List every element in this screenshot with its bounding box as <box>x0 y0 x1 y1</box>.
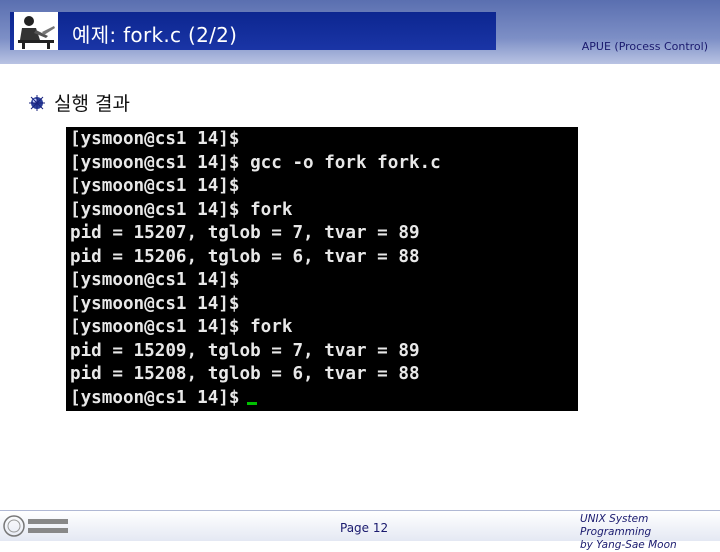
terminal-line: [ysmoon@cs1 14]$ gcc -o fork fork.c <box>70 152 441 173</box>
bullet-item: 실행 결과 <box>28 89 130 116</box>
terminal-line: [ysmoon@cs1 14]$ <box>70 293 240 314</box>
course-tag: APUE (Process Control) <box>581 40 708 53</box>
terminal-cursor <box>247 401 258 405</box>
terminal-line: pid = 15209, tglob = 7, tvar = 89 <box>70 340 420 361</box>
terminal-line: [ysmoon@cs1 14]$ <box>70 176 240 196</box>
terminal-line: pid = 15206, tglob = 6, tvar = 88 <box>70 246 420 267</box>
credit-line-course: UNIX System Programming <box>580 513 652 538</box>
person-at-desk-icon <box>14 12 58 50</box>
credit-line-author: by Yang-Sae Moon <box>580 539 677 551</box>
page-title: 예제: fork.c (2/2) <box>72 23 238 47</box>
terminal-line: pid = 15207, tglob = 7, tvar = 89 <box>70 223 420 243</box>
terminal-line: [ysmoon@cs1 14]$ <box>70 129 240 149</box>
page-number: Page 12 <box>340 521 389 535</box>
terminal-line: [ysmoon@cs1 14]$ fork <box>70 199 293 220</box>
university-logo-icon <box>3 515 68 537</box>
terminal-line: [ysmoon@cs1 14]$ fork <box>70 317 293 337</box>
bullet-text: 실행 결과 <box>54 93 130 115</box>
orb-bullet-icon <box>29 94 45 111</box>
terminal-line: pid = 15208, tglob = 6, tvar = 88 <box>70 364 420 384</box>
course-credit: UNIX System Programming by Yang-Sae Moon <box>580 513 720 552</box>
terminal-output: [ysmoon@cs1 14]$ [ysmoon@cs1 14]$ gcc -o… <box>66 127 578 411</box>
terminal-prompt: [ysmoon@cs1 14]$ <box>70 387 240 408</box>
terminal-line: [ysmoon@cs1 14]$ <box>70 270 240 290</box>
terminal-line-last: [ysmoon@cs1 14]$ <box>70 387 578 411</box>
